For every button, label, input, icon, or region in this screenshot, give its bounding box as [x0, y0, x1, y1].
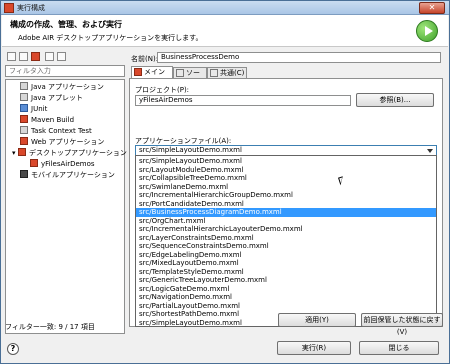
title-bar: 実行構成 ✕ [1, 1, 449, 15]
delete-config-icon[interactable] [31, 52, 40, 61]
dropdown-option[interactable]: src/SimpleLayoutDemo.mxml [136, 157, 436, 166]
dropdown-option[interactable]: src/IncrementalHierarchicLayouterDemo.mx… [136, 225, 436, 234]
dropdown-option[interactable]: src/CollapsibleTreeDemo.mxml [136, 174, 436, 183]
dropdown-option[interactable]: src/SwimlaneDemo.mxml [136, 183, 436, 192]
tree-item-label: yFilesAirDemos [41, 160, 95, 168]
dropdown-option[interactable]: src/GenericTreeLayouterDemo.mxml [136, 276, 436, 285]
tab-source[interactable]: ソース [173, 67, 207, 87]
tree-item-junit[interactable]: JUnit [20, 104, 47, 114]
run-configurations-dialog: 実行構成 ✕ 構成の作成、管理、および実行 Adobe AIR デスクトップアプ… [0, 0, 450, 364]
tree-item-label: JUnit [31, 105, 48, 113]
new-config-icon[interactable] [7, 52, 16, 61]
tree-item-mobile-app[interactable]: モバイルアプリケーション [20, 170, 115, 180]
chevron-down-icon[interactable] [427, 149, 433, 153]
desktop-app-icon [18, 148, 26, 156]
tree-item-java-app[interactable]: Java アプリケーション [20, 82, 104, 92]
air-config-icon [30, 159, 38, 167]
dropdown-option[interactable]: src/LayerConstraintsDemo.mxml [136, 234, 436, 243]
dropdown-option[interactable]: src/LogicGateDemo.mxml [136, 285, 436, 294]
header-description: Adobe AIR デスクトップアプリケーションを実行します。 [18, 34, 203, 42]
task-test-icon [20, 126, 28, 134]
apply-button[interactable]: 適用(Y) [278, 313, 356, 327]
browse-button[interactable]: 参照(B)... [356, 93, 434, 107]
dropdown-option[interactable]: src/BusinessProcessDiagramDemo.mxml [136, 208, 436, 217]
header-title: 構成の作成、管理、および実行 [10, 20, 122, 29]
project-label: プロジェクト(P): [135, 86, 190, 94]
java-applet-icon [20, 93, 28, 101]
tree-item-label: デスクトップアプリケーション [29, 149, 127, 157]
filter-input[interactable]: フィルタ入力 [5, 65, 125, 77]
name-label: 名前(N): [131, 55, 159, 63]
tab-main[interactable]: メイン(M) [131, 66, 173, 86]
junit-icon [20, 104, 28, 112]
config-tree: Java アプリケーション Java アプレット JUnit Maven Bui… [5, 79, 127, 334]
dialog-header: 構成の作成、管理、および実行 Adobe AIR デスクトップアプリケーションを… [2, 15, 448, 47]
mobile-app-icon [20, 170, 28, 178]
tree-item-label: Web アプリケーション [31, 138, 105, 146]
java-app-icon [20, 82, 28, 90]
window-title: 実行構成 [17, 4, 45, 12]
filter-menu-icon[interactable] [57, 52, 66, 61]
tree-item-desktop-app[interactable]: ▾ デスクトップアプリケーション [12, 148, 127, 158]
main-tab-panel: プロジェクト(P): yFilesAirDemos 参照(B)... アプリケー… [129, 78, 443, 327]
tree-item-yfiles-air-demos[interactable]: yFilesAirDemos [30, 159, 95, 169]
main-tab-icon [134, 68, 142, 76]
dropdown-option[interactable]: src/TemplateStyleDemo.mxml [136, 268, 436, 277]
tree-item-label: Maven Build [31, 116, 75, 124]
tree-item-java-applet[interactable]: Java アプレット [20, 93, 83, 103]
project-field[interactable]: yFilesAirDemos [135, 95, 351, 106]
tree-item-label: Java アプレット [31, 94, 84, 102]
collapse-all-icon[interactable] [45, 52, 54, 61]
dropdown-option[interactable]: src/NavigationDemo.mxml [136, 293, 436, 302]
dropdown-option[interactable]: src/EdgeLabelingDemo.mxml [136, 251, 436, 260]
dropdown-option[interactable]: src/IncrementalHierarchicGroupDemo.mxml [136, 191, 436, 200]
filter-status: フィルター一致: 9 / 17 項目 [5, 323, 95, 331]
config-editor-pane: 名前(N): BusinessProcessDemo メイン(M) ソース 共通… [129, 51, 443, 327]
dropdown-option[interactable]: src/SequenceConstraintsDemo.mxml [136, 242, 436, 251]
dropdown-option[interactable]: src/MixedLayoutDemo.mxml [136, 259, 436, 268]
tree-item-label: モバイルアプリケーション [31, 171, 115, 179]
duplicate-config-icon[interactable] [19, 52, 28, 61]
run-banner-icon [416, 20, 438, 42]
help-icon[interactable]: ? [7, 343, 19, 355]
tree-item-label: Java アプリケーション [31, 83, 104, 91]
dropdown-option[interactable]: src/PartialLayoutDemo.mxml [136, 302, 436, 311]
app-icon [4, 3, 14, 13]
list-toolbar [5, 51, 125, 63]
dropdown-option[interactable]: src/LayoutModuleDemo.mxml [136, 166, 436, 175]
name-field[interactable]: BusinessProcessDemo [157, 52, 441, 63]
close-window-button[interactable]: ✕ [419, 2, 445, 14]
revert-button[interactable]: 前回保管した状態に戻す(V) [361, 313, 443, 336]
configuration-list-pane: フィルタ入力 Java アプリケーション Java アプレット JUnit Ma… [5, 51, 127, 337]
tree-item-label: Task Context Test [31, 127, 92, 135]
source-tab-icon [176, 69, 184, 77]
close-button[interactable]: 閉じる [359, 341, 439, 355]
common-tab-icon [210, 69, 218, 77]
tree-item-maven[interactable]: Maven Build [20, 115, 74, 125]
tree-item-task-context[interactable]: Task Context Test [20, 126, 92, 136]
dropdown-option[interactable]: src/PortCandidateDemo.mxml [136, 200, 436, 209]
appfile-selected-value: src/SimpleLayoutDemo.mxml [139, 146, 242, 154]
appfile-dropdown-list: src/SimpleLayoutDemo.mxml src/LayoutModul… [135, 155, 437, 327]
dropdown-option[interactable]: src/OrgChart.mxml [136, 217, 436, 226]
tab-label: 共通(C) [220, 69, 245, 77]
run-button[interactable]: 実行(R) [277, 341, 351, 355]
tab-common[interactable]: 共通(C) [207, 67, 247, 78]
tab-strip: メイン(M) ソース 共通(C) [129, 66, 443, 87]
tree-item-web-app[interactable]: Web アプリケーション [20, 137, 104, 147]
maven-icon [20, 115, 28, 123]
web-app-icon [20, 137, 28, 145]
